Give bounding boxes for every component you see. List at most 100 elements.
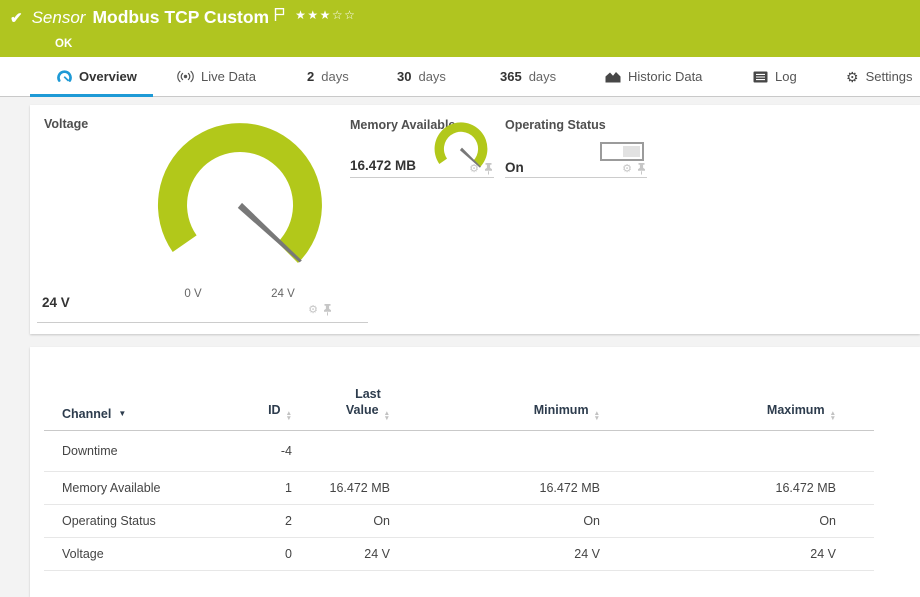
log-icon <box>753 71 768 83</box>
channel-actions-cell: ⚙⚙ <box>874 472 920 505</box>
table-row-memory-available: Memory Available 1 16.472 MB 16.472 MB 1… <box>44 472 920 505</box>
page-title: Modbus TCP Custom <box>92 7 269 28</box>
voltage-current-value: 24 V <box>42 295 70 310</box>
sensor-header: ✔ Sensor Modbus TCP Custom ★★★☆☆ OK <box>0 0 920 57</box>
column-header-minimum-label: Minimum <box>534 403 589 417</box>
operating-status-cell: Operating Status On ⚙ <box>505 105 647 178</box>
pin-icon[interactable] <box>323 304 332 316</box>
tab-settings-label: Settings <box>866 69 913 84</box>
gauge-arc <box>435 122 488 167</box>
memory-cell-actions: ⚙ <box>469 163 493 175</box>
channel-id-cell: -4 <box>242 431 298 472</box>
channel-name-cell: Memory Available <box>44 472 242 505</box>
tab-2-days[interactable]: 2 days <box>307 57 349 96</box>
voltage-gauge-cell: Voltage 0 V 24 V 24 V ⚙ <box>37 105 368 323</box>
tab-historic-data-label: Historic Data <box>628 69 702 84</box>
priority-star-filled-icon[interactable]: ★ <box>307 8 319 22</box>
sensor-title-line: ✔ Sensor Modbus TCP Custom ★★★☆☆ <box>10 7 356 28</box>
maximum-cell: 24 V <box>610 538 874 571</box>
prtg-sensor-page: ✔ Sensor Modbus TCP Custom ★★★☆☆ OK Over… <box>0 0 920 597</box>
status-check-icon: ✔ <box>10 9 23 27</box>
tab-30-days[interactable]: 30 days <box>397 57 446 96</box>
column-header-maximum[interactable]: Maximum▲▼ <box>610 373 874 431</box>
maximum-cell: 16.472 MB <box>610 472 874 505</box>
tab-live-data[interactable]: Live Data <box>177 57 256 96</box>
memory-current-value: 16.472 MB <box>350 158 416 173</box>
channel-actions-cell: ⚙⚙ <box>874 538 920 571</box>
voltage-gauge <box>150 119 330 289</box>
priority-star-filled-icon[interactable]: ★ <box>320 8 332 22</box>
memory-gauge-cell: Memory Available 16.472 MB ⚙ <box>350 105 494 178</box>
channels-table-panel: Channel▼ ID▲▼ Last Value▲▼ Minimum▲▼ Max… <box>30 347 920 597</box>
channel-name-cell: Operating Status <box>44 505 242 538</box>
operating-channel-title[interactable]: Operating Status <box>505 118 606 132</box>
column-header-last-value[interactable]: Last Value▲▼ <box>298 373 400 431</box>
sensor-type-label: Sensor <box>32 8 86 28</box>
historic-chart-icon <box>605 71 621 83</box>
column-header-channel-label: Channel <box>62 407 111 421</box>
tab-settings[interactable]: ⚙ Settings <box>846 57 913 96</box>
maximum-cell: On <box>610 505 874 538</box>
operating-current-value: On <box>505 160 524 175</box>
tab-2-days-label: days <box>321 69 348 84</box>
last-value-cell: 24 V <box>298 538 400 571</box>
voltage-channel-title[interactable]: Voltage <box>44 117 88 131</box>
tab-historic-data[interactable]: Historic Data <box>605 57 702 96</box>
gauges-panel: Voltage 0 V 24 V 24 V ⚙ Memory Available… <box>30 105 920 334</box>
maximum-cell <box>610 431 874 472</box>
sort-arrows-icon: ▲▼ <box>830 411 836 421</box>
tab-365-days[interactable]: 365 days <box>500 57 556 96</box>
channel-settings-gear-icon[interactable]: ⚙ <box>469 164 479 175</box>
minimum-cell: On <box>400 505 610 538</box>
priority-star-filled-icon[interactable]: ★ <box>295 8 307 22</box>
last-value-cell: 16.472 MB <box>298 472 400 505</box>
sort-active-down-icon: ▼ <box>118 409 126 418</box>
minimum-cell: 16.472 MB <box>400 472 610 505</box>
column-header-channel[interactable]: Channel ▼ <box>44 373 242 431</box>
active-tab-underline <box>30 94 153 97</box>
tab-live-data-label: Live Data <box>201 69 256 84</box>
last-value-cell: On <box>298 505 400 538</box>
live-data-icon <box>177 70 194 83</box>
voltage-cell-actions: ⚙ <box>308 304 332 316</box>
tab-overview[interactable]: Overview <box>57 57 137 96</box>
table-row-operating-status: Operating Status 2 On On On ⚙⚙ <box>44 505 920 538</box>
pin-icon[interactable] <box>484 163 493 175</box>
minimum-cell <box>400 431 610 472</box>
tab-log[interactable]: Log <box>753 57 797 96</box>
switch-knob <box>623 146 640 157</box>
sort-arrows-icon: ▲▼ <box>384 411 390 421</box>
gauge-arc <box>158 123 322 263</box>
tab-365-days-number: 365 <box>500 69 522 84</box>
sort-arrows-icon: ▲▼ <box>594 411 600 421</box>
pin-icon[interactable] <box>637 163 646 175</box>
column-header-id-label: ID <box>268 403 281 417</box>
priority-stars[interactable]: ★★★☆☆ <box>295 8 356 22</box>
channel-name-cell: Voltage <box>44 538 242 571</box>
channels-table: Channel▼ ID▲▼ Last Value▲▼ Minimum▲▼ Max… <box>44 373 920 571</box>
tab-365-days-label: days <box>529 69 556 84</box>
table-header-row: Channel▼ ID▲▼ Last Value▲▼ Minimum▲▼ Max… <box>44 373 920 431</box>
flag-icon[interactable] <box>274 7 285 22</box>
tab-30-days-number: 30 <box>397 69 411 84</box>
priority-star-empty-icon[interactable]: ☆ <box>344 8 356 22</box>
tab-30-days-label: days <box>418 69 445 84</box>
operating-status-switch <box>600 142 644 161</box>
column-header-minimum[interactable]: Minimum ▲▼ <box>400 373 610 431</box>
tab-bar: Overview Live Data 2 days 30 days 365 da… <box>0 57 920 97</box>
channel-id-cell: 2 <box>242 505 298 538</box>
channel-settings-gear-icon[interactable]: ⚙ <box>308 305 318 316</box>
minimum-cell: 24 V <box>400 538 610 571</box>
channel-actions-cell: ⚙⚙ <box>874 431 920 472</box>
column-header-value-label: Value <box>346 403 379 417</box>
gauge-icon <box>57 70 72 83</box>
settings-gear-icon: ⚙ <box>846 70 859 84</box>
table-row-voltage: Voltage 0 24 V 24 V 24 V ⚙⚙ <box>44 538 920 571</box>
column-header-id[interactable]: ID ▲▼ <box>242 373 298 431</box>
channel-id-cell: 0 <box>242 538 298 571</box>
channel-name-cell: Downtime <box>44 431 242 472</box>
sort-arrows-icon: ▲▼ <box>286 411 292 421</box>
voltage-scale-min: 0 V <box>175 288 211 300</box>
channel-settings-gear-icon[interactable]: ⚙ <box>622 164 632 175</box>
priority-star-empty-icon[interactable]: ☆ <box>332 8 344 22</box>
